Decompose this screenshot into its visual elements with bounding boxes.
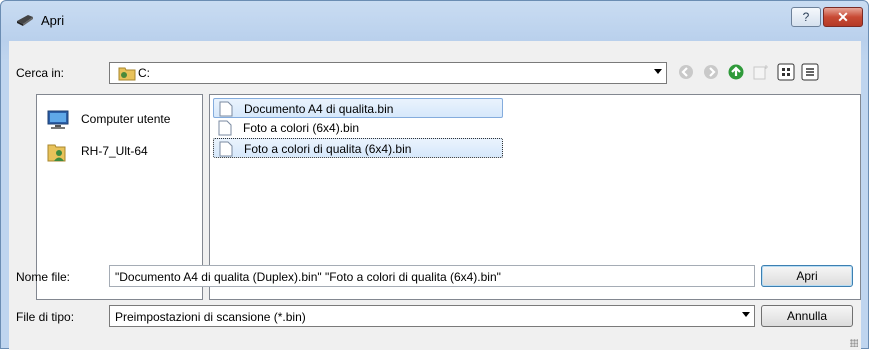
place-user-label: RH-7_Ult-64 <box>81 144 148 158</box>
place-computer[interactable]: Computer utente <box>45 105 195 135</box>
chevron-down-icon[interactable] <box>654 69 662 74</box>
view-tiles-icon[interactable] <box>777 63 795 81</box>
filetype-value: Preimpostazioni di scansione (*.bin) <box>115 310 306 324</box>
filename-input[interactable]: "Documento A4 di qualita (Duplex).bin" "… <box>109 265 755 287</box>
filetype-dropdown[interactable]: Preimpostazioni di scansione (*.bin) <box>109 305 755 327</box>
cancel-button[interactable]: Annulla <box>761 305 853 327</box>
look-in-value: C: <box>138 66 150 80</box>
help-button[interactable]: ? <box>791 7 821 27</box>
close-button[interactable]: ✕ <box>823 7 863 27</box>
place-user[interactable]: RH-7_Ult-64 <box>45 137 195 167</box>
filename-label: Nome file: <box>16 270 71 284</box>
file-item[interactable]: Foto a colori (6x4).bin <box>213 118 503 138</box>
open-button[interactable]: Apri <box>761 265 853 287</box>
file-icon <box>218 120 232 136</box>
chevron-down-icon[interactable] <box>742 312 750 317</box>
user-folder-icon <box>47 144 66 162</box>
place-computer-label: Computer utente <box>81 112 171 126</box>
resize-grip[interactable] <box>850 339 858 347</box>
window-title: Apri <box>41 13 65 28</box>
back-icon[interactable] <box>677 63 695 81</box>
filename-value: "Documento A4 di qualita (Duplex).bin" "… <box>115 270 501 284</box>
filetype-label: File di tipo: <box>16 310 75 324</box>
new-folder-icon[interactable] <box>752 63 770 81</box>
computer-icon <box>47 110 69 129</box>
file-icon <box>219 101 233 117</box>
view-details-icon[interactable] <box>801 63 819 81</box>
file-name: Foto a colori (6x4).bin <box>243 121 360 135</box>
look-in-label: Cerca in: <box>16 66 65 80</box>
file-item[interactable]: Foto a colori di qualita (6x4).bin <box>213 138 503 158</box>
dialog-body: Cerca in: C: Computer utente RH-7_Ult-64… <box>9 41 861 350</box>
title-bar[interactable]: Apri ? ✕ <box>1 1 868 41</box>
open-dialog: Apri ? ✕ Cerca in: C: Computer utente RH… <box>0 0 869 350</box>
file-name: Documento A4 di qualita.bin <box>244 102 394 116</box>
file-name: Foto a colori di qualita (6x4).bin <box>244 142 412 156</box>
file-icon <box>219 141 233 157</box>
scanner-icon <box>17 15 33 26</box>
file-item[interactable]: Documento A4 di qualita.bin <box>213 98 503 118</box>
drive-icon <box>118 67 136 81</box>
up-folder-icon[interactable] <box>727 63 745 81</box>
forward-icon[interactable] <box>702 63 720 81</box>
look-in-dropdown[interactable]: C: <box>109 62 667 84</box>
